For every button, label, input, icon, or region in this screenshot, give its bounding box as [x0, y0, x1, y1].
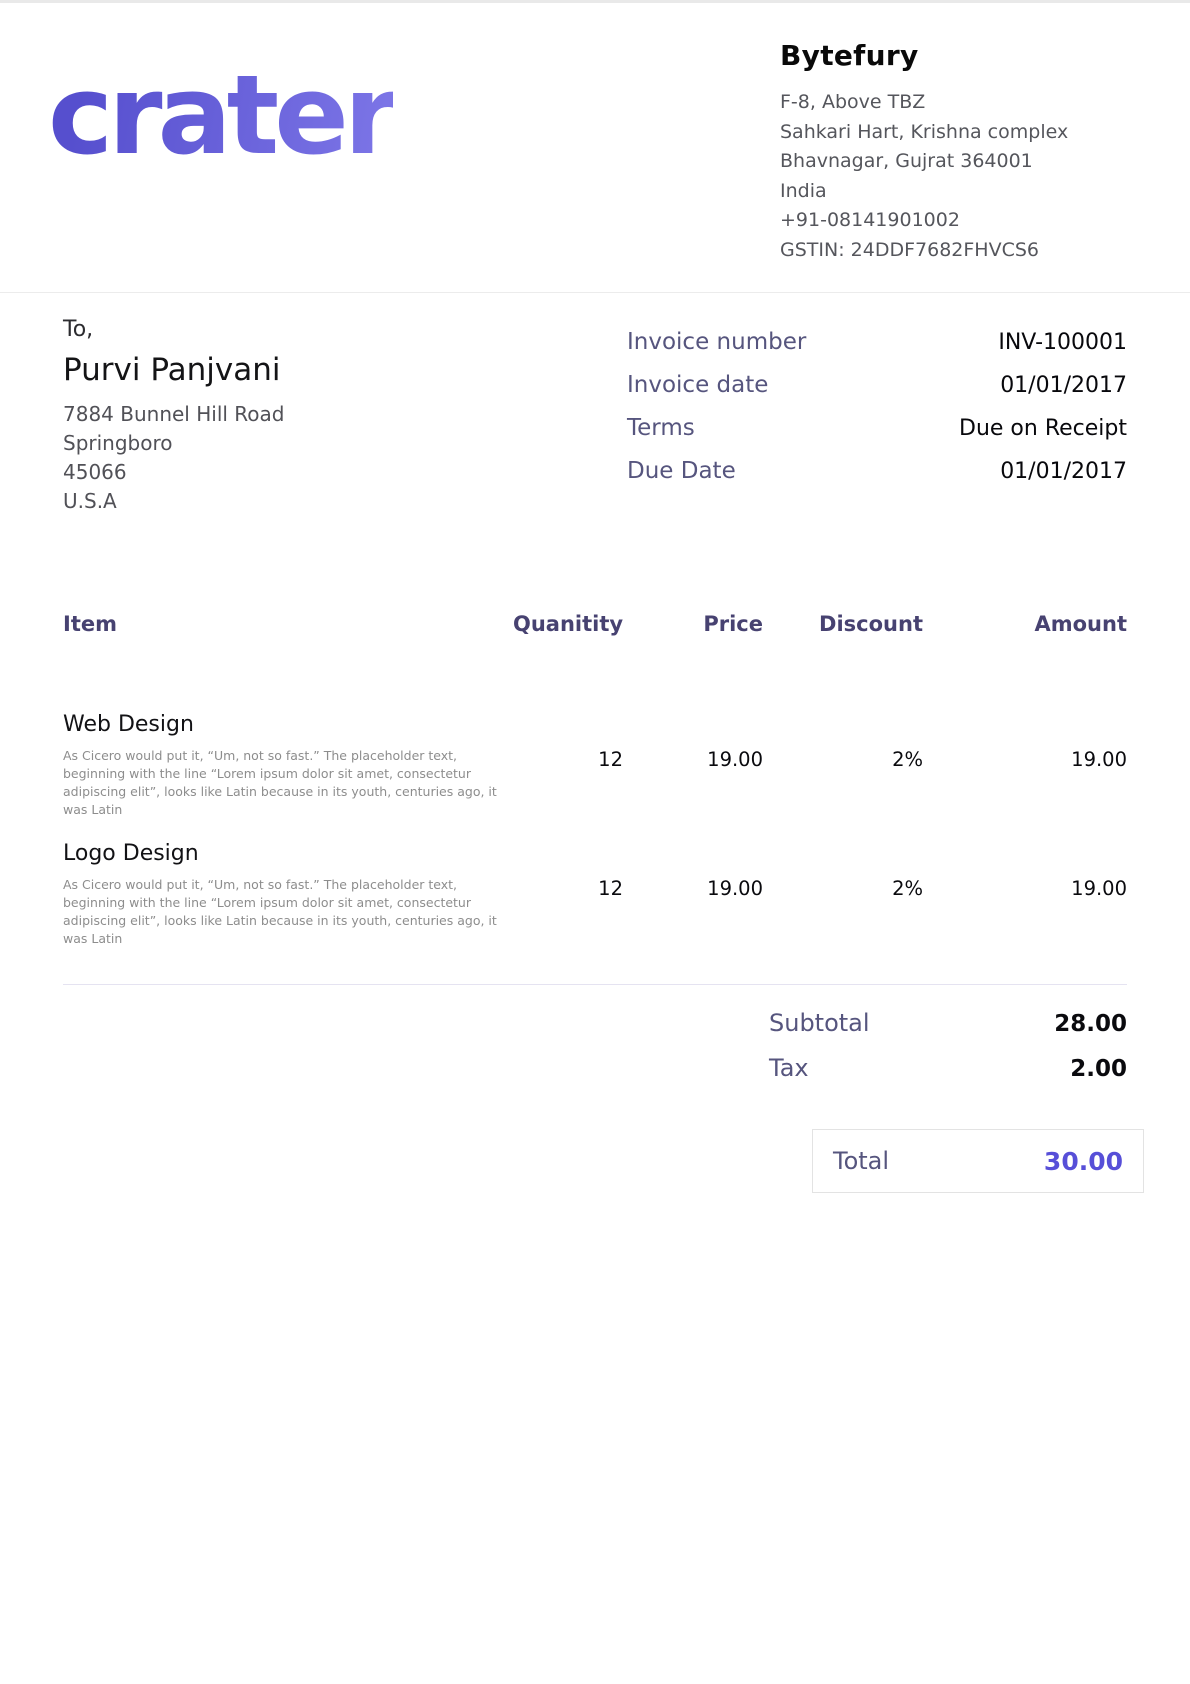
item-cell: Logo Design As Cicero would put it, “Um,… — [63, 841, 513, 948]
item-amount: 19.00 — [923, 712, 1127, 819]
subtotal-label: Subtotal — [769, 1009, 870, 1037]
subtotal-row: Subtotal 28.00 — [769, 1009, 1127, 1037]
due-date-value: 01/01/2017 — [1000, 459, 1127, 484]
due-date-label: Due Date — [627, 458, 736, 484]
item-quantity: 12 — [513, 712, 623, 819]
item-price: 19.00 — [623, 841, 763, 948]
terms-label: Terms — [627, 415, 695, 441]
to-label: To, — [63, 317, 543, 342]
customer-address-line: Springboro — [63, 429, 543, 458]
invoice-date-label: Invoice date — [627, 372, 768, 398]
tax-row: Tax 2.00 — [769, 1054, 1127, 1082]
item-cell: Web Design As Cicero would put it, “Um, … — [63, 712, 513, 819]
total-value: 30.00 — [1044, 1147, 1123, 1176]
invoice-number-value: INV-100001 — [998, 330, 1127, 355]
invoice-document: crater Bytefury F-8, Above TBZ Sahkari H… — [0, 0, 1190, 1684]
invoice-number-row: Invoice number INV-100001 — [627, 329, 1127, 355]
terms-value: Due on Receipt — [959, 416, 1127, 441]
company-address-block: Bytefury F-8, Above TBZ Sahkari Hart, Kr… — [780, 39, 1120, 292]
invoice-header: crater Bytefury F-8, Above TBZ Sahkari H… — [0, 3, 1190, 293]
grand-total-box: Total 30.00 — [812, 1129, 1144, 1193]
column-header-discount: Discount — [763, 612, 923, 642]
tax-value: 2.00 — [1070, 1056, 1127, 1082]
tax-label: Tax — [769, 1054, 809, 1082]
billing-section: To, Purvi Panjvani 7884 Bunnel Hill Road… — [0, 317, 1190, 516]
company-address-line: Sahkari Hart, Krishna complex — [780, 118, 1120, 148]
subtotal-value: 28.00 — [1054, 1011, 1127, 1037]
bill-to-block: To, Purvi Panjvani 7884 Bunnel Hill Road… — [63, 317, 543, 516]
company-phone: +91-08141901002 — [780, 206, 1120, 236]
totals-divider — [63, 984, 1127, 985]
customer-name: Purvi Panjvani — [63, 352, 543, 388]
column-header-quantity: Quanitity — [513, 612, 623, 642]
invoice-date-row: Invoice date 01/01/2017 — [627, 372, 1127, 398]
company-name: Bytefury — [780, 39, 1120, 72]
item-amount: 19.00 — [923, 841, 1127, 948]
column-header-amount: Amount — [923, 612, 1127, 642]
column-header-item: Item — [63, 612, 513, 642]
table-row: Logo Design As Cicero would put it, “Um,… — [63, 841, 1127, 948]
total-label: Total — [833, 1147, 889, 1175]
items-table-header: Item Quanitity Price Discount Amount — [63, 612, 1127, 642]
items-table: Item Quanitity Price Discount Amount Web… — [0, 612, 1190, 948]
table-row: Web Design As Cicero would put it, “Um, … — [63, 712, 1127, 819]
company-address-line: India — [780, 177, 1120, 207]
item-price: 19.00 — [623, 712, 763, 819]
item-name: Web Design — [63, 712, 513, 737]
invoice-meta-block: Invoice number INV-100001 Invoice date 0… — [627, 329, 1127, 516]
item-quantity: 12 — [513, 841, 623, 948]
company-address-line: F-8, Above TBZ — [780, 88, 1120, 118]
item-name: Logo Design — [63, 841, 513, 866]
item-discount: 2% — [763, 712, 923, 819]
invoice-date-value: 01/01/2017 — [1000, 373, 1127, 398]
crater-logo: crater — [48, 55, 393, 292]
customer-address-line: 45066 — [63, 458, 543, 487]
company-address-line: Bhavnagar, Gujrat 364001 — [780, 147, 1120, 177]
totals-section: Subtotal 28.00 Tax 2.00 Total 30.00 — [0, 1009, 1190, 1193]
company-gstin: GSTIN: 24DDF7682FHVCS6 — [780, 236, 1120, 266]
column-header-price: Price — [623, 612, 763, 642]
item-description: As Cicero would put it, “Um, not so fast… — [63, 747, 508, 819]
invoice-number-label: Invoice number — [627, 329, 806, 355]
customer-address-line: 7884 Bunnel Hill Road — [63, 400, 543, 429]
customer-address-line: U.S.A — [63, 487, 543, 516]
item-discount: 2% — [763, 841, 923, 948]
terms-row: Terms Due on Receipt — [627, 415, 1127, 441]
item-description: As Cicero would put it, “Um, not so fast… — [63, 876, 508, 948]
due-date-row: Due Date 01/01/2017 — [627, 458, 1127, 484]
